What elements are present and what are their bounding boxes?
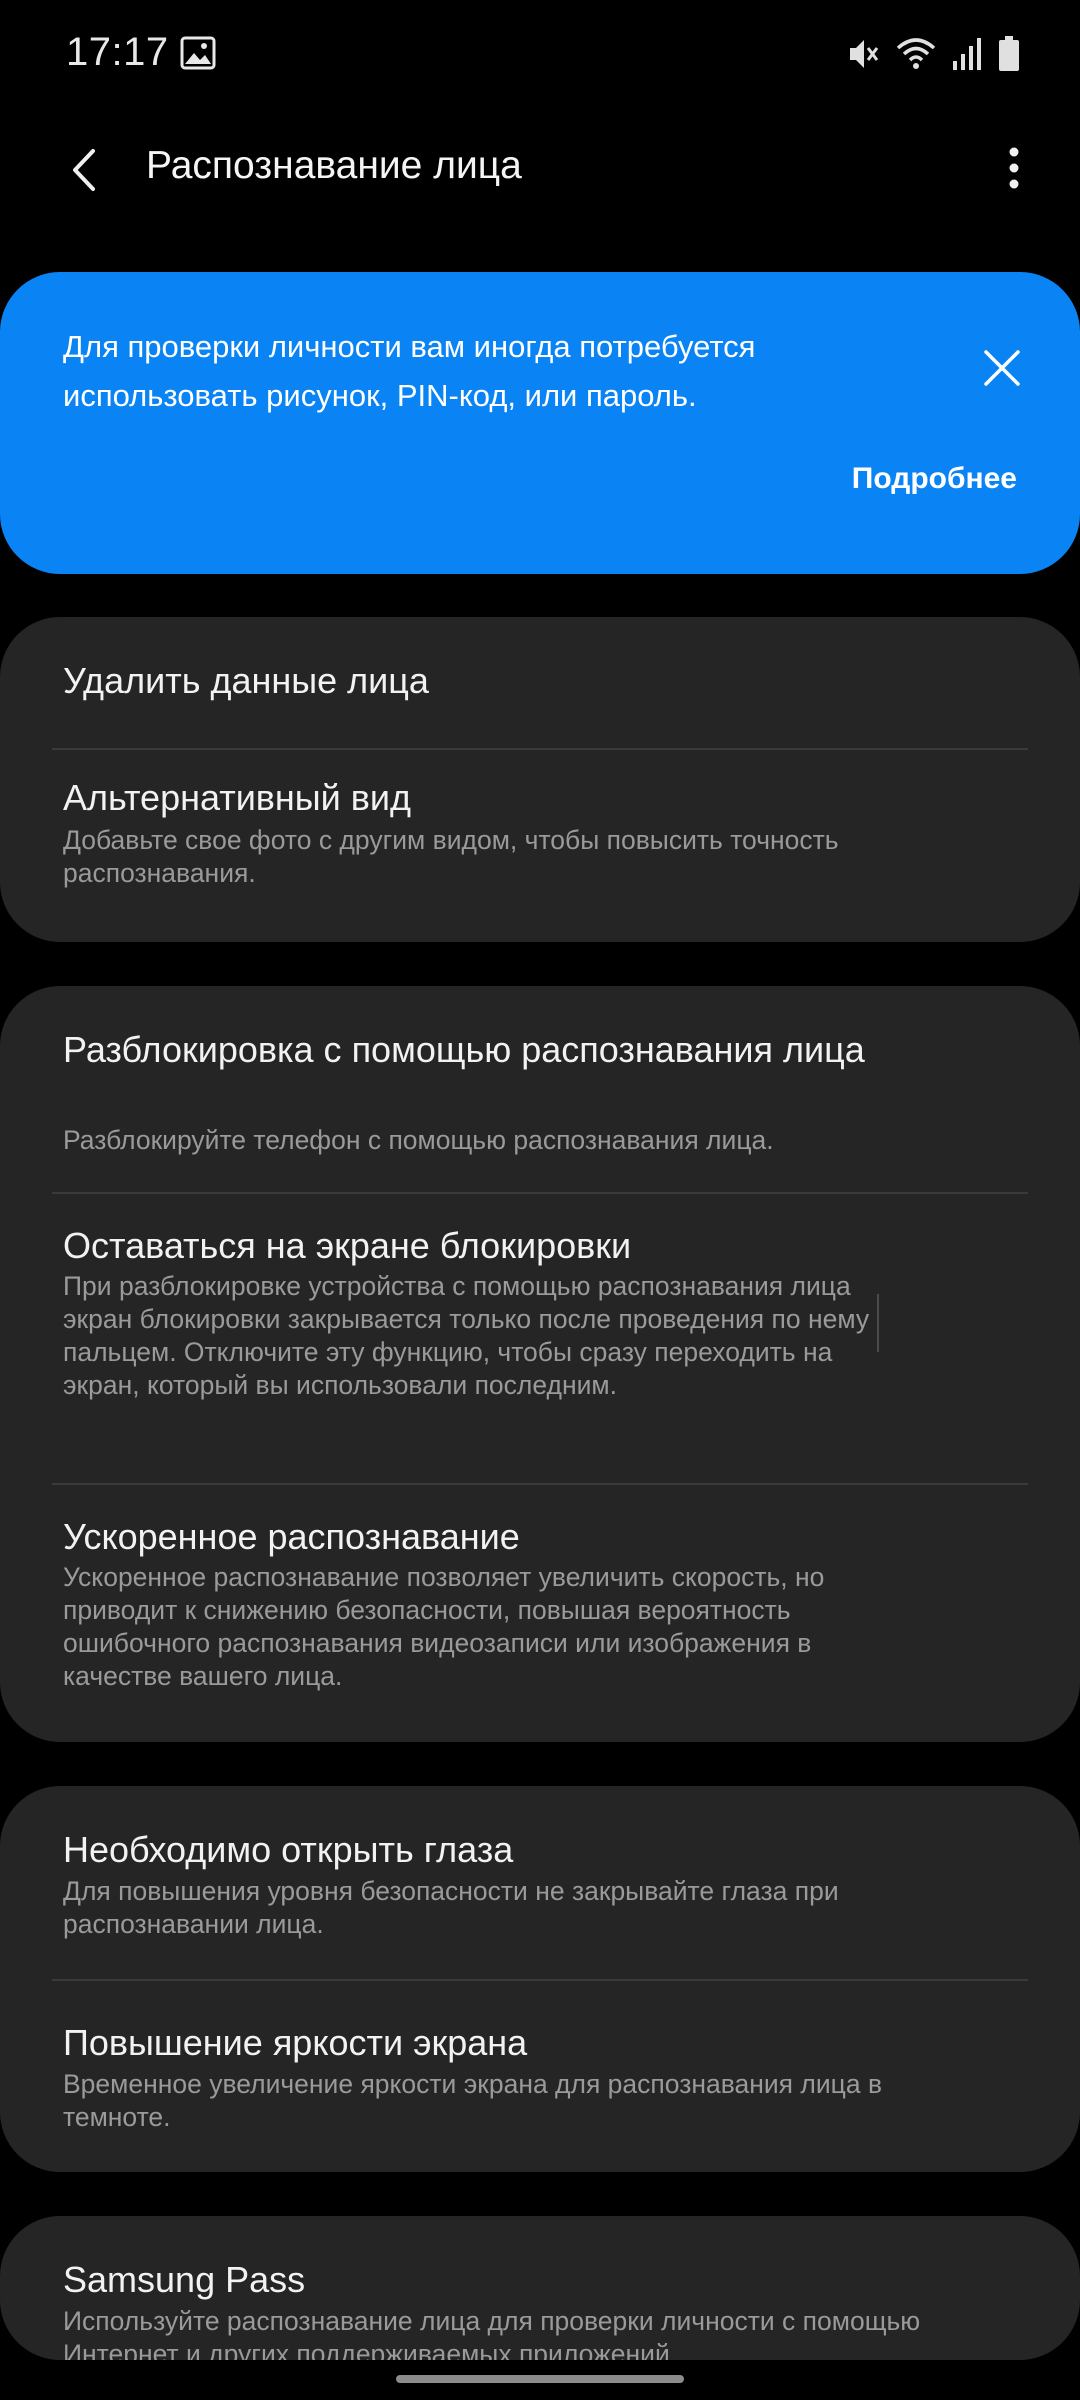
face-data-card: Удалить данные лица Альтернативный вид Д… xyxy=(0,617,1080,942)
faster-recognition-subtitle: Ускоренное распознавание позволяет увели… xyxy=(63,1562,825,1691)
face-unlock-title: Разблокировка с помощью распознавания ли… xyxy=(63,1029,865,1070)
samsung-pass-title: Samsung Pass xyxy=(63,2259,306,2300)
status-bar: 17:17 xyxy=(0,0,1080,110)
stay-on-lock-screen-title: Оставаться на экране блокировки xyxy=(63,1225,632,1266)
stay-on-lock-screen-subtitle: При разблокировке устройства с помощью р… xyxy=(63,1271,870,1400)
face-unlock-item[interactable]: Разблокировка с помощью распознавания ли… xyxy=(0,986,1080,1193)
faster-recognition-title: Ускоренное распознавание xyxy=(63,1516,520,1557)
faster-recognition-item[interactable]: Ускоренное распознавание Ускоренное расп… xyxy=(0,1485,1080,1742)
samsung-pass-card: Samsung Pass Используйте распознавание л… xyxy=(0,2216,1080,2360)
require-open-eyes-subtitle: Для повышения уровня безопасности не зак… xyxy=(63,1876,839,1939)
stay-on-lock-screen-toggle[interactable] xyxy=(914,1295,1010,1351)
alternative-look-subtitle: Добавьте свое фото с другим видом, чтобы… xyxy=(63,825,839,888)
faster-recognition-toggle[interactable] xyxy=(914,1569,1010,1625)
more-vert-icon[interactable] xyxy=(982,136,1046,200)
close-icon[interactable] xyxy=(970,336,1034,400)
gallery-icon xyxy=(180,36,216,70)
app-bar: Распознавание лица xyxy=(0,110,1080,230)
require-open-eyes-toggle[interactable] xyxy=(914,1853,1010,1909)
brighten-screen-toggle[interactable] xyxy=(914,2048,1010,2104)
face-unlock-subtitle: Разблокируйте телефон с помощью распозна… xyxy=(63,1125,774,1155)
samsung-pass-subtitle: Используйте распознавание лица для прове… xyxy=(63,2306,921,2360)
vertical-divider xyxy=(877,1294,879,1352)
stay-on-lock-screen-item[interactable]: Оставаться на экране блокировки При разб… xyxy=(0,1194,1080,1484)
samsung-pass-item[interactable]: Samsung Pass Используйте распознавание л… xyxy=(0,2216,1080,2360)
require-open-eyes-item[interactable]: Необходимо открыть глаза Для повышения у… xyxy=(0,1786,1080,1980)
wifi-icon xyxy=(896,36,936,72)
alternative-look-title: Альтернативный вид xyxy=(63,777,412,818)
require-open-eyes-title: Необходимо открыть глаза xyxy=(63,1829,514,1870)
brighten-screen-subtitle: Временное увеличение яркости экрана для … xyxy=(63,2069,883,2132)
remove-face-data-title: Удалить данные лица xyxy=(63,660,429,701)
gesture-handle[interactable] xyxy=(396,2375,684,2383)
mute-icon xyxy=(846,36,880,72)
page-title: Распознавание лица xyxy=(146,144,522,187)
signal-icon xyxy=(952,37,982,71)
security-card: Необходимо открыть глаза Для повышения у… xyxy=(0,1786,1080,2172)
battery-icon xyxy=(998,36,1020,72)
status-time: 17:17 xyxy=(66,30,169,74)
learn-more-link[interactable]: Подробнее xyxy=(852,462,1017,496)
banner-text: Для проверки личности вам иногда потребу… xyxy=(63,329,756,413)
info-banner: Для проверки личности вам иногда потребу… xyxy=(0,272,1080,574)
brighten-screen-title: Повышение яркости экрана xyxy=(63,2022,528,2063)
remove-face-data-item[interactable]: Удалить данные лица xyxy=(0,617,1080,749)
face-unlock-toggle[interactable] xyxy=(914,1060,1010,1116)
back-arrow-icon[interactable] xyxy=(52,138,116,202)
unlock-settings-card: Разблокировка с помощью распознавания ли… xyxy=(0,986,1080,1742)
alternative-look-item[interactable]: Альтернативный вид Добавьте свое фото с … xyxy=(0,750,1080,942)
brighten-screen-item[interactable]: Повышение яркости экрана Временное увели… xyxy=(0,1981,1080,2172)
